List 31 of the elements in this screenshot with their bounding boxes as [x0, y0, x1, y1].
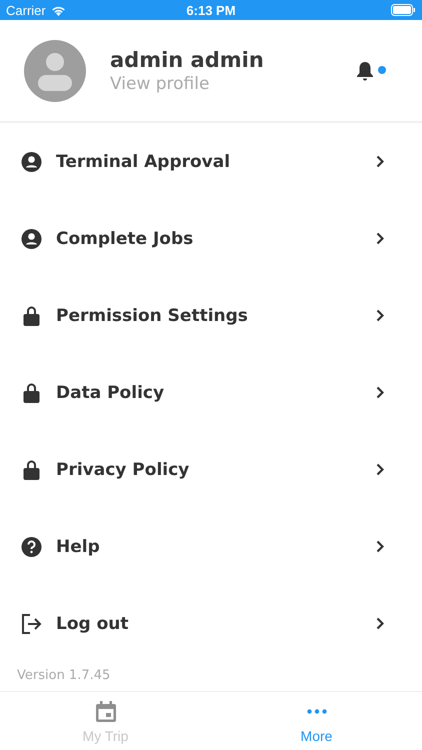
chevron-icon [376, 540, 384, 553]
version-label: Version 1.7.45 [16, 667, 112, 683]
chevron-icon [376, 617, 384, 630]
menu-item[interactable]: Privacy Policy [0, 431, 422, 508]
menu-item[interactable]: Terminal Approval [0, 123, 422, 200]
menu-item[interactable]: Data Policy [0, 354, 422, 431]
lock-icon [21, 382, 42, 403]
bell-icon[interactable] [356, 60, 374, 80]
menu-item[interactable]: Log out [0, 585, 422, 662]
account-icon [21, 228, 42, 248]
lock-icon [21, 459, 42, 480]
menu-item[interactable]: Help [0, 508, 422, 585]
logout-icon [21, 614, 42, 634]
status-time: 6:13 PM [186, 2, 236, 18]
chevron-icon [376, 386, 384, 399]
chevron-icon [376, 309, 384, 322]
help-icon [21, 536, 42, 556]
lock-icon [21, 305, 42, 326]
chevron-icon [376, 232, 384, 245]
wifi-icon [50, 4, 66, 16]
battery-icon [390, 4, 416, 16]
chevron-icon [376, 463, 384, 476]
chevron-icon [376, 155, 384, 168]
user-name: admin admin [110, 48, 265, 72]
menu-item[interactable]: Complete Jobs [0, 200, 422, 277]
menu-item[interactable]: Permission Settings [0, 277, 422, 354]
more-icon [306, 709, 326, 714]
carrier-label: Carrier [6, 2, 46, 18]
avatar[interactable] [24, 40, 86, 102]
account-icon [21, 152, 42, 172]
calendar-icon [94, 700, 118, 724]
